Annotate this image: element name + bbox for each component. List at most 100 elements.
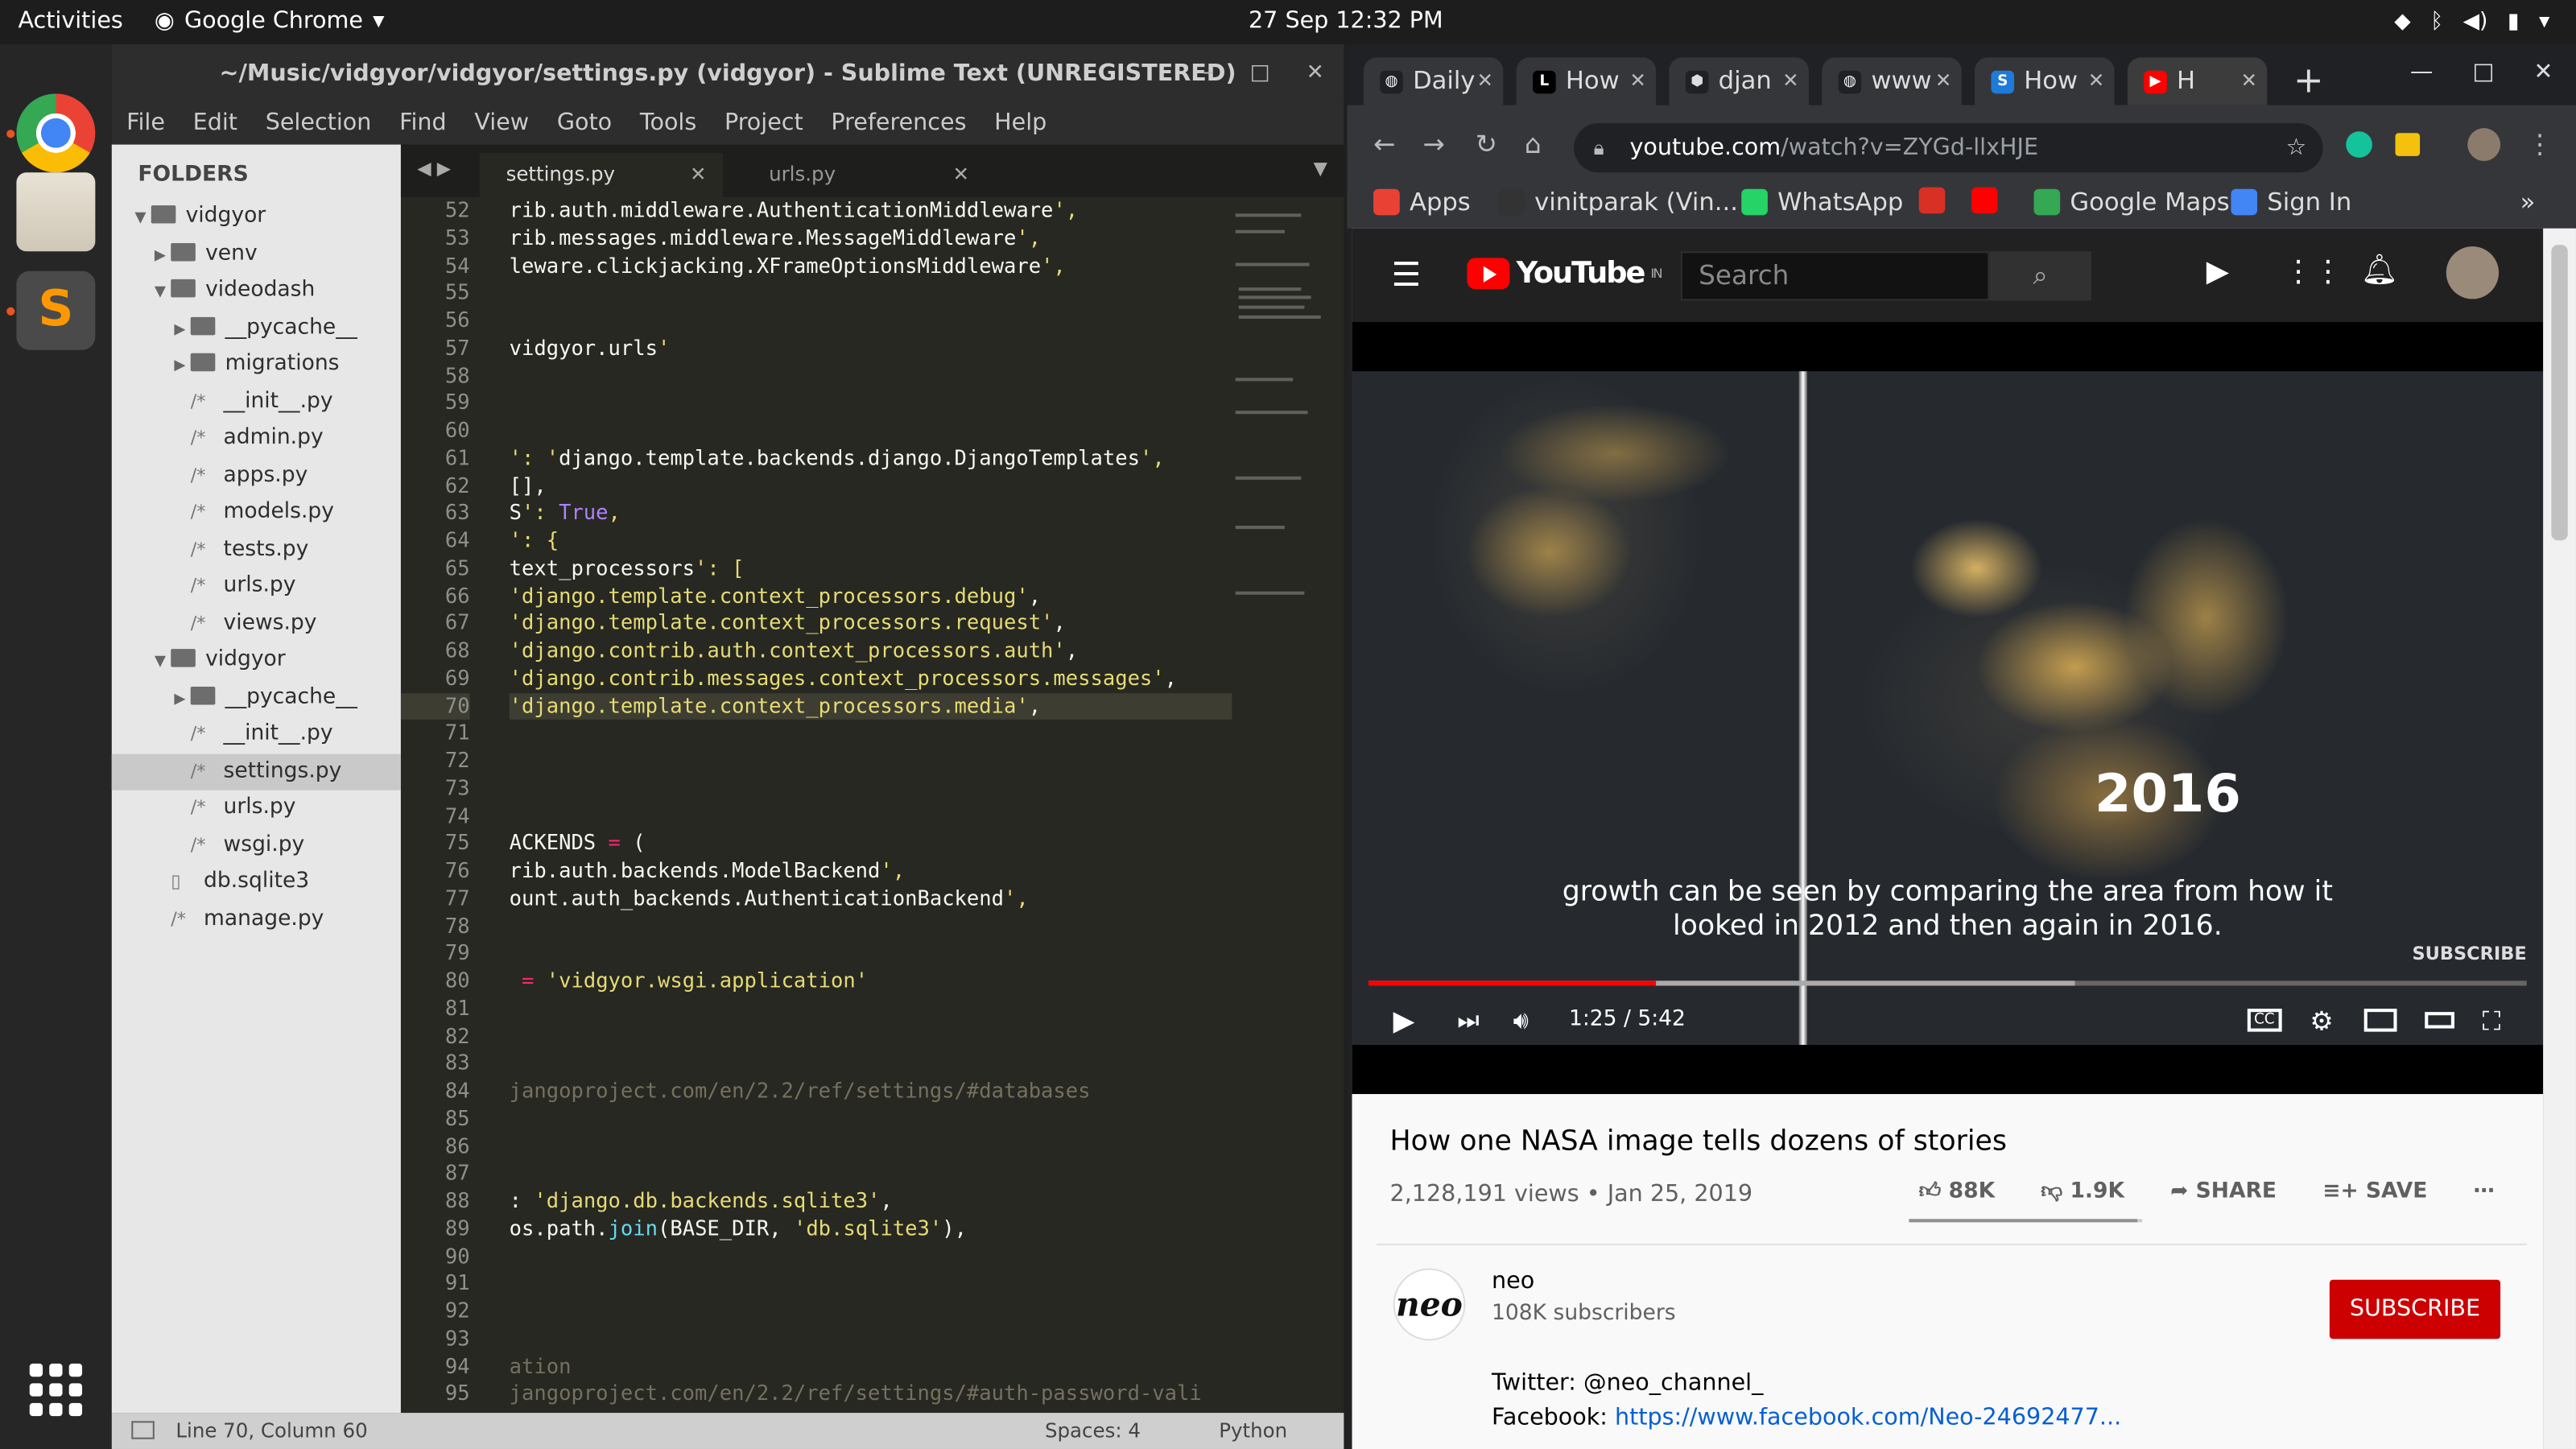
channel-avatar[interactable]: neo (1393, 1268, 1466, 1341)
home-button[interactable]: ⌂ (1525, 128, 1542, 159)
code-line[interactable] (510, 362, 1232, 390)
browser-tab[interactable]: S How ✕ (1975, 57, 2115, 105)
bookmark-item[interactable]: Sign In (2231, 188, 2351, 217)
tab-settings-py[interactable]: settings.py ✕ (479, 152, 723, 197)
triangle-down-icon[interactable]: ▼ (155, 644, 171, 680)
folder-item[interactable]: ▶ migrations (112, 347, 401, 383)
menu-item-help[interactable]: Help (994, 104, 1046, 145)
browser-tab[interactable]: ▶ H ✕ (2127, 57, 2268, 105)
editor-pane[interactable]: ◀ ▶ settings.py ✕ urls.py ✕ ▼ 52 53 54 55 56 57… (400, 144, 1344, 1414)
menu-item-preferences[interactable]: Preferences (831, 104, 966, 145)
code-line[interactable] (510, 803, 1232, 830)
file-item[interactable]: /* views.py (112, 605, 401, 642)
reload-button[interactable]: ↻ (1476, 128, 1497, 159)
video-player[interactable]: 2016 growth can be seen by comparing the… (1352, 321, 2544, 1095)
menu-item-find[interactable]: Find (399, 104, 447, 145)
progress-bar[interactable] (1368, 980, 2527, 986)
triangle-down-icon[interactable]: ▼ (155, 275, 171, 311)
close-icon[interactable]: ✕ (2088, 57, 2105, 105)
hamburger-menu-icon[interactable]: ☰ (1392, 254, 1422, 294)
code-line[interactable] (510, 1270, 1232, 1298)
app-menu[interactable]: ◉ Google Chrome ▾ (155, 8, 385, 35)
forward-button[interactable]: → (1422, 128, 1444, 159)
code-line[interactable] (510, 1160, 1232, 1187)
code-line[interactable] (510, 720, 1232, 747)
file-item[interactable]: /* __init__.py (112, 384, 401, 420)
profile-avatar[interactable] (2467, 128, 2501, 161)
close-icon[interactable]: ✕ (1629, 57, 1646, 105)
file-item[interactable]: /* tests.py (112, 531, 401, 568)
code-line[interactable]: ount.auth_backends.AuthenticationBackend… (510, 885, 1232, 912)
chrome-launcher-icon[interactable] (16, 93, 96, 173)
search-input[interactable]: Search (1680, 251, 1990, 301)
close-icon[interactable]: ✕ (953, 153, 970, 197)
clock[interactable]: 27 Sep 12:32 PM (1249, 8, 1443, 35)
menu-item-file[interactable]: File (126, 104, 165, 145)
file-item[interactable]: ▯ db.sqlite3 (112, 864, 401, 900)
code-line[interactable]: rib.messages.middleware.MessageMiddlewar… (510, 225, 1232, 252)
code-line[interactable]: S': True, (510, 500, 1232, 527)
minimize-button[interactable]: — (2410, 59, 2434, 85)
folder-item[interactable]: ▶ __pycache__ (112, 310, 401, 346)
dislike-button[interactable]: 👎︎ 1.9K (2041, 1179, 2124, 1204)
code-line[interactable] (510, 1243, 1232, 1270)
file-item[interactable]: /* urls.py (112, 568, 401, 605)
code-line[interactable]: ACKENDS = ( (510, 830, 1232, 857)
share-button[interactable]: ➦ SHARE (2170, 1179, 2277, 1204)
close-icon[interactable]: ✕ (690, 153, 707, 197)
new-tab-button[interactable]: + (2293, 61, 2324, 102)
code-line[interactable]: text_processors': [ (510, 555, 1232, 582)
tab-nav-arrows-icon[interactable]: ◀ ▶ (417, 158, 451, 180)
file-item[interactable]: /* apps.py (112, 457, 401, 493)
code-line[interactable] (510, 1022, 1232, 1050)
code-line[interactable]: = 'vidgyor.wsgi.application' (510, 968, 1232, 995)
file-item[interactable]: /* urls.py (112, 791, 401, 827)
code-line[interactable] (510, 1105, 1232, 1133)
code-line[interactable]: [], (510, 473, 1232, 500)
code-line[interactable]: rib.auth.middleware.AuthenticationMiddle… (510, 197, 1232, 225)
triangle-down-icon[interactable]: ▼ (134, 200, 151, 237)
theater-mode-icon[interactable] (2425, 1012, 2454, 1029)
code-line[interactable] (510, 748, 1232, 775)
menu-item-goto[interactable]: Goto (557, 104, 612, 145)
file-item[interactable]: /* settings.py (111, 753, 401, 790)
bookmark-item[interactable]: Apps (1373, 188, 1471, 217)
captions-icon[interactable]: CC (2247, 1009, 2281, 1032)
browser-tab[interactable]: L How ✕ (1516, 57, 1657, 105)
folder-item[interactable]: ▶ __pycache__ (112, 679, 401, 716)
file-item[interactable]: /* models.py (112, 494, 401, 530)
subscribe-watermark[interactable]: SUBSCRIBE (2413, 943, 2527, 964)
code-line[interactable]: 'django.template.context_processors.requ… (510, 610, 1232, 638)
folder-item[interactable]: ▼ vidgyor (112, 199, 401, 235)
minimap[interactable] (1232, 197, 1335, 690)
browser-tab[interactable]: ⬢ djan ✕ (1669, 57, 1809, 105)
code-line[interactable]: jangoproject.com/en/2.2/ref/settings/#da… (510, 1078, 1232, 1105)
triangle-right-icon[interactable]: ▶ (174, 681, 190, 717)
menu-item-tools[interactable]: Tools (640, 104, 696, 145)
back-button[interactable]: ← (1373, 128, 1395, 159)
apps-grid-icon[interactable]: ⋮⋮ (2284, 254, 2343, 289)
close-button[interactable]: ✕ (2533, 59, 2553, 85)
grammarly-extension-icon[interactable] (2346, 131, 2372, 158)
system-tray[interactable]: ◆ ᛒ ◀) ▮ ▾ (2394, 10, 2549, 35)
code-line[interactable] (510, 1298, 1232, 1325)
account-avatar[interactable] (2446, 246, 2500, 299)
code-line[interactable]: ': 'django.template.backends.django.Djan… (510, 445, 1232, 473)
play-button[interactable]: ▶ (1393, 1005, 1415, 1038)
like-button[interactable]: 👍︎ 88K (1919, 1179, 1995, 1204)
indentation-setting[interactable]: Spaces: 4 (1045, 1413, 1141, 1449)
panel-toggle-icon[interactable] (131, 1421, 155, 1439)
close-icon[interactable]: ✕ (2241, 57, 2258, 105)
code-line[interactable]: os.path.join(BASE_DIR, 'db.sqlite3'), (510, 1216, 1232, 1243)
chrome-menu-icon[interactable]: ⋮ (2527, 128, 2553, 159)
activities-button[interactable]: Activities (18, 8, 122, 35)
file-item[interactable]: /* manage.py (112, 901, 401, 937)
code-line[interactable] (510, 775, 1232, 803)
code-line[interactable]: 'django.template.context_processors.medi… (509, 692, 1232, 720)
miniplayer-icon[interactable] (2363, 1009, 2397, 1032)
syntax-setting[interactable]: Python (1219, 1413, 1287, 1449)
bookmarks-overflow-icon[interactable]: » (2520, 188, 2536, 217)
volume-icon[interactable]: 🔊︎ (1513, 1005, 1529, 1035)
youtube-icon[interactable] (1971, 187, 1998, 214)
bookmark-item[interactable]: Google Maps (2033, 188, 2230, 217)
